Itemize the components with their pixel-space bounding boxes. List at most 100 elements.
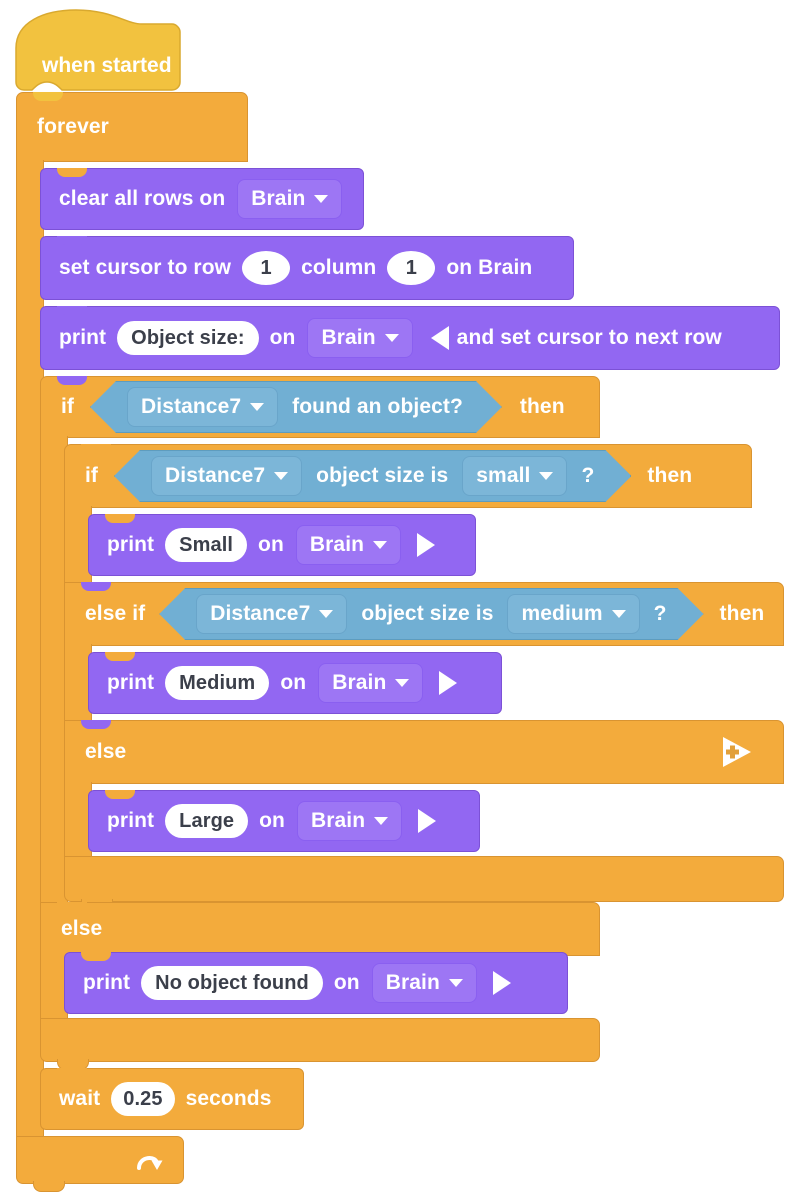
clear-rows-device-dropdown[interactable]: Brain [237, 179, 343, 219]
small-condition-text: object size is [316, 464, 449, 487]
outer-if-footer[interactable] [40, 1018, 600, 1070]
print-header-block[interactable]: print Object size: on Brain and set curs… [40, 306, 780, 370]
forever-footer[interactable] [16, 1136, 184, 1192]
small-size-label: small [476, 464, 531, 487]
medium-condition-text: object size is [361, 602, 494, 625]
triangle-right-icon[interactable] [417, 533, 436, 557]
triangle-right-icon[interactable] [439, 671, 458, 695]
set-cursor-block[interactable]: set cursor to row 1 column 1 on Brain [40, 236, 574, 300]
triangle-left-icon[interactable] [430, 326, 449, 350]
found-an-object-condition[interactable]: Distance7 found an object? [90, 381, 502, 433]
print-large-on-label: on [259, 809, 285, 832]
clear-all-rows-label: clear all rows on [59, 187, 226, 210]
inner-else-header[interactable]: else [64, 720, 784, 784]
small-device-label: Distance7 [165, 464, 266, 487]
set-cursor-row-input[interactable]: 1 [242, 251, 291, 285]
print-medium-on-label: on [280, 671, 307, 694]
print-header-label: print [59, 326, 107, 349]
print-large-device-label: Brain [310, 809, 366, 832]
print-small-device-label: Brain [309, 533, 365, 556]
chevron-down-icon [539, 472, 553, 480]
small-device-dropdown[interactable]: Distance7 [151, 456, 302, 496]
wait-top-notch [57, 1068, 87, 1077]
chevron-down-icon [384, 334, 399, 342]
wait-block[interactable]: wait 0.25 seconds [40, 1068, 304, 1130]
print-large-text-input[interactable]: Large [165, 804, 249, 838]
print-small-label: print [107, 533, 155, 556]
print-header-top-notch [57, 306, 87, 315]
print-large-label: print [107, 809, 155, 832]
forever-header[interactable]: forever [16, 92, 248, 162]
print-small-device-dropdown[interactable]: Brain [295, 525, 402, 565]
wait-seconds-input[interactable]: 0.25 [111, 1082, 175, 1116]
medium-device-label: Distance7 [210, 602, 311, 625]
print-medium-label: print [107, 671, 155, 694]
print-no-object-on-label: on [333, 971, 360, 994]
hat-shape [15, 9, 181, 91]
found-object-device-label: Distance7 [141, 395, 242, 418]
print-small-text-input[interactable]: Small [165, 528, 248, 562]
if-small-header[interactable]: if Distance7 object size is small ? then [64, 444, 752, 508]
when-started-hat-block[interactable]: when started [15, 8, 181, 92]
medium-size-dropdown[interactable]: medium [507, 594, 639, 634]
print-no-object-block[interactable]: print No object found on Brain [64, 952, 568, 1014]
clear-all-rows-block[interactable]: clear all rows on Brain [40, 168, 364, 230]
print-header-mode-label: and set cursor to next row [456, 326, 722, 349]
when-started-label: when started [42, 54, 172, 77]
elseif-medium-then-label: then [719, 602, 765, 625]
found-object-text: found an object? [292, 395, 463, 418]
print-medium-device-dropdown[interactable]: Brain [318, 663, 424, 703]
chevron-down-icon [314, 195, 329, 203]
set-cursor-label-1: set cursor to row [59, 256, 232, 279]
print-small-block[interactable]: print Small on Brain [88, 514, 476, 576]
chevron-down-icon [274, 472, 288, 480]
if-found-object-header[interactable]: if Distance7 found an object? then [40, 376, 600, 438]
print-medium-block[interactable]: print Medium on Brain [88, 652, 502, 714]
elseif-medium-header[interactable]: else if Distance7 object size is medium … [64, 582, 784, 646]
triangle-right-icon[interactable] [418, 809, 437, 833]
forever-label: forever [37, 115, 109, 138]
add-branch-triangle-icon[interactable] [719, 735, 753, 769]
chevron-down-icon [612, 610, 626, 618]
set-cursor-column-input[interactable]: 1 [387, 251, 436, 285]
outer-else-top-notch [57, 902, 87, 911]
loop-arrow-icon [137, 1156, 163, 1170]
forever-top-notch [33, 92, 63, 101]
print-no-object-text-input[interactable]: No object found [141, 966, 323, 1000]
if-small-if-label: if [85, 464, 99, 487]
print-medium-text-input[interactable]: Medium [165, 666, 270, 700]
print-small-on-label: on [258, 533, 284, 556]
found-object-device-dropdown[interactable]: Distance7 [127, 387, 278, 427]
chevron-down-icon [395, 679, 410, 687]
print-header-device-label: Brain [321, 326, 376, 349]
object-size-medium-condition[interactable]: Distance7 object size is medium ? [159, 588, 703, 640]
print-large-device-dropdown[interactable]: Brain [296, 801, 403, 841]
forever-bottom-bump [33, 1181, 65, 1192]
clear-rows-device-label: Brain [251, 187, 306, 210]
clear-rows-top-notch [57, 168, 87, 177]
print-header-text-input[interactable]: Object size: [117, 321, 259, 355]
chevron-down-icon [448, 979, 463, 987]
print-no-object-device-label: Brain [385, 971, 440, 994]
print-no-object-device-dropdown[interactable]: Brain [371, 963, 477, 1003]
if-small-then-label: then [647, 464, 693, 487]
print-header-on-label: on [269, 326, 296, 349]
object-size-small-condition[interactable]: Distance7 object size is small ? [114, 450, 631, 502]
medium-device-dropdown[interactable]: Distance7 [196, 594, 347, 634]
outer-else-header[interactable]: else [40, 902, 600, 956]
chevron-down-icon [374, 817, 389, 825]
inner-if-footer[interactable] [64, 856, 784, 910]
blocks-workspace: when started forever clear all rows on B… [0, 0, 794, 1204]
small-condition-suffix: ? [581, 464, 595, 487]
wait-label-1: wait [59, 1087, 101, 1110]
elseif-medium-top-notch [81, 582, 111, 591]
print-header-device-dropdown[interactable]: Brain [307, 318, 413, 358]
medium-condition-suffix: ? [653, 602, 667, 625]
triangle-right-icon[interactable] [492, 971, 511, 995]
set-cursor-label-3: on Brain [446, 256, 533, 279]
small-size-dropdown[interactable]: small [462, 456, 567, 496]
medium-size-label: medium [521, 602, 603, 625]
if-found-then-label: then [519, 395, 565, 418]
print-large-block[interactable]: print Large on Brain [88, 790, 480, 852]
chevron-down-icon [250, 403, 264, 411]
